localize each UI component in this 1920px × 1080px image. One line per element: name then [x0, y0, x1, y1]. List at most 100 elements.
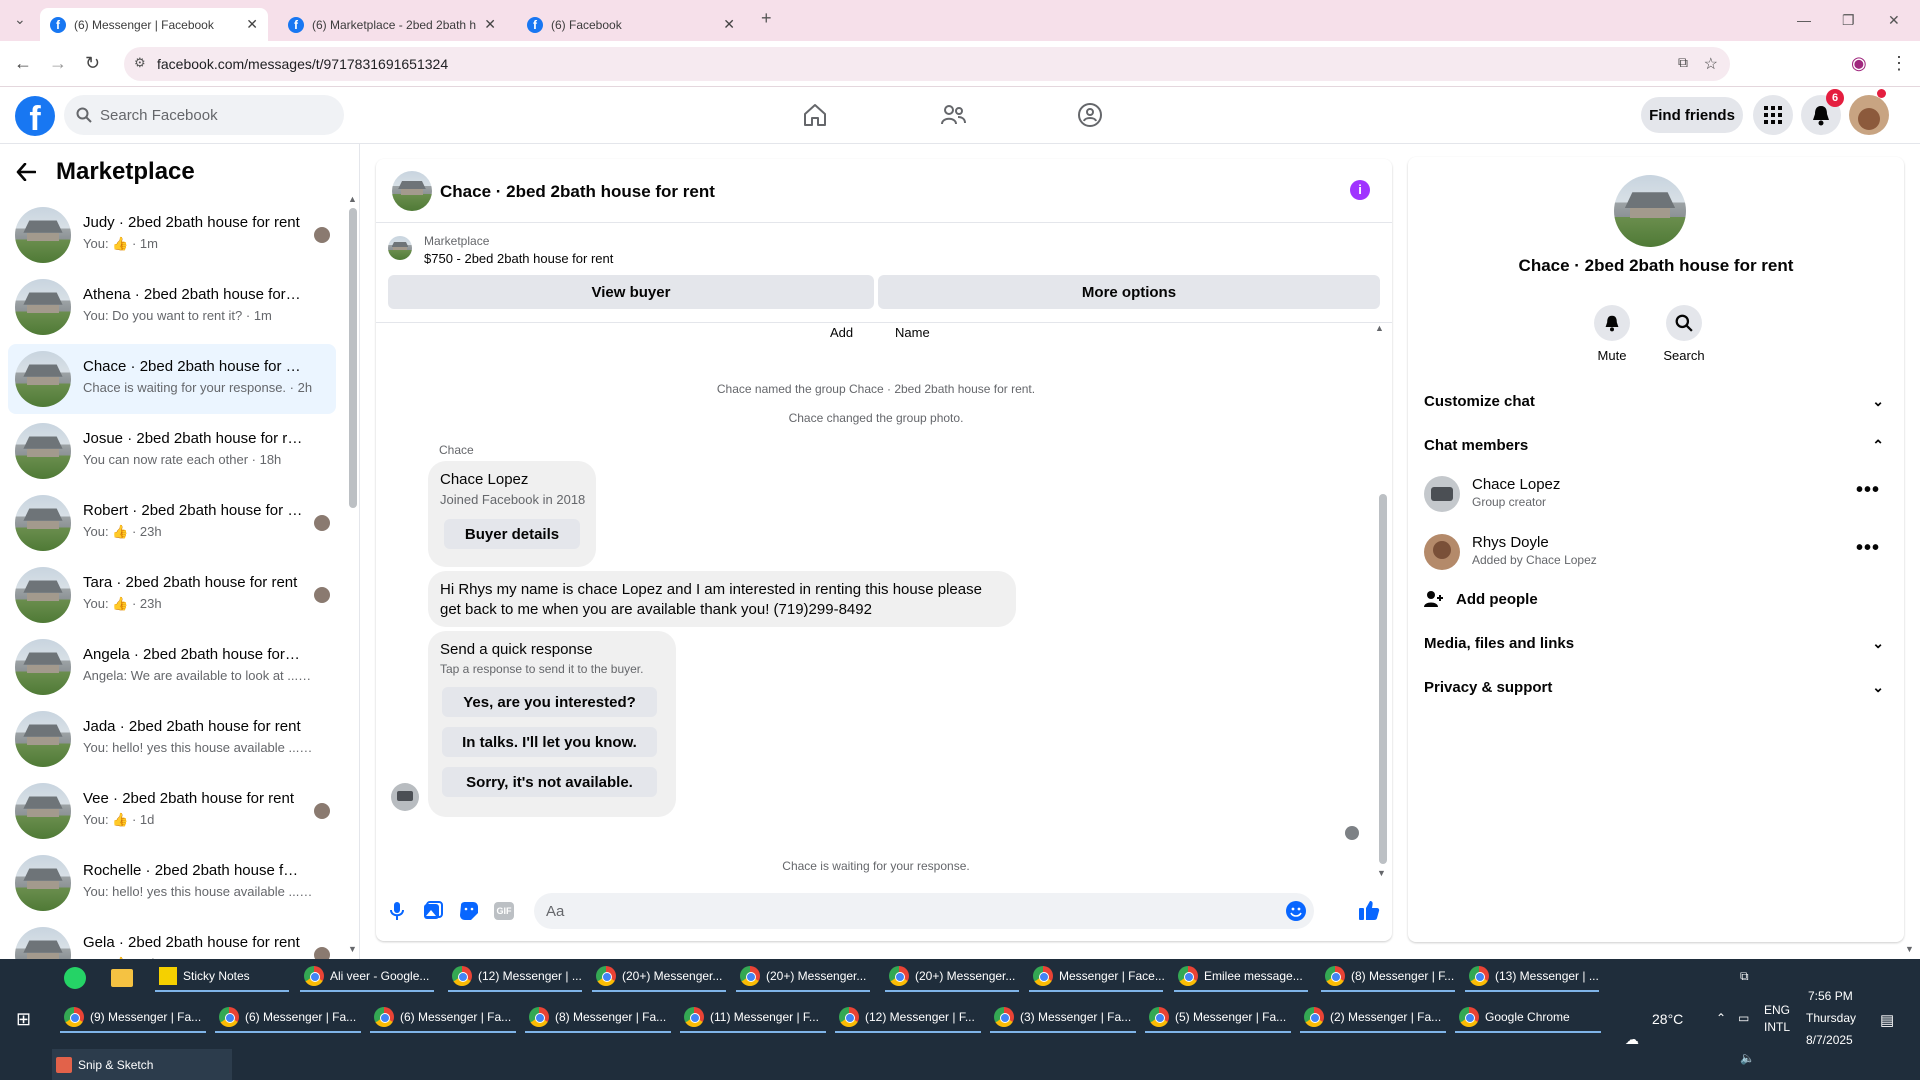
tray-chevron-icon[interactable]: ⌃ [1716, 1011, 1726, 1025]
file-explorer-icon[interactable] [111, 969, 133, 987]
gif-icon[interactable]: GIF [494, 902, 514, 920]
member-name[interactable]: Chace Lopez [1472, 476, 1560, 493]
reload-icon[interactable]: ↻ [85, 53, 100, 74]
taskbar-window-item[interactable]: Emilee message... [1174, 960, 1314, 992]
group-avatar[interactable] [1614, 175, 1686, 247]
member-options-icon[interactable]: ••• [1856, 479, 1880, 502]
taskbar-window-item[interactable]: (13) Messenger | ... [1465, 960, 1605, 992]
taskbar-window-item[interactable]: Messenger | Face... [1029, 960, 1169, 992]
page-scroll-down-icon[interactable]: ▼ [1905, 944, 1914, 954]
whatsapp-icon[interactable] [64, 967, 86, 989]
conversation-item[interactable]: Athena · 2bed 2bath house for rent You: D… [8, 272, 336, 342]
conversation-item[interactable]: Angela · 2bed 2bath house for rent Angela… [8, 632, 336, 702]
taskbar-window-item[interactable]: (6) Messenger | Fa... [215, 1001, 365, 1033]
minimize-button[interactable]: — [1797, 12, 1811, 28]
sender-avatar[interactable] [391, 783, 419, 811]
photo-icon[interactable] [423, 901, 443, 921]
member-name[interactable]: Rhys Doyle [1472, 534, 1549, 551]
sticker-icon[interactable] [459, 901, 479, 921]
notification-center-icon[interactable]: ▤ [1880, 1011, 1894, 1029]
chat-title[interactable]: Chace · 2bed 2bath house for rent [440, 182, 715, 202]
language-primary[interactable]: ENG [1764, 1003, 1790, 1017]
volume-icon[interactable]: 🔈 [1740, 1051, 1755, 1065]
search-action[interactable]: Search [1654, 305, 1714, 363]
member-avatar[interactable] [1424, 476, 1460, 512]
conversation-item[interactable]: Josue · 2bed 2bath house for rent You can… [8, 416, 336, 486]
quick-response-not-available[interactable]: Sorry, it's not available. [442, 767, 657, 797]
task-view-icon[interactable]: ⧉ [1740, 969, 1749, 984]
conversation-item[interactable]: Judy · 2bed 2bath house for rent You: 👍 ·… [8, 200, 336, 270]
clock-date[interactable]: 8/7/2025 [1806, 1033, 1853, 1047]
home-icon[interactable] [797, 97, 833, 133]
listing-thumbnail[interactable] [388, 236, 412, 260]
conversation-item[interactable]: Jada · 2bed 2bath house for rent You: hel… [8, 704, 336, 774]
back-arrow-icon[interactable] [16, 163, 36, 181]
microphone-icon[interactable] [390, 901, 404, 921]
taskbar-window-item[interactable]: (20+) Messenger... [736, 960, 876, 992]
profile-icon[interactable]: ◉ [1851, 53, 1867, 74]
taskbar-window-item[interactable]: (20+) Messenger... [885, 960, 1025, 992]
close-tab-icon[interactable]: ✕ [484, 16, 496, 33]
friends-icon[interactable] [935, 97, 971, 133]
back-icon[interactable]: ← [14, 53, 32, 74]
message-scroll-down-icon[interactable]: ▼ [1377, 868, 1386, 877]
taskbar-window-item[interactable]: (12) Messenger | F... [835, 1001, 985, 1033]
browser-tab[interactable]: f (6) Marketplace - 2bed 2bath h ✕ [278, 8, 506, 41]
menu-grid-icon[interactable] [1753, 95, 1793, 135]
close-tab-icon[interactable]: ✕ [723, 16, 735, 33]
scroll-up-icon[interactable]: ▲ [348, 194, 357, 204]
taskbar-item-snip-sketch[interactable]: Snip & Sketch [52, 1049, 232, 1080]
taskbar-window-item[interactable]: Sticky Notes [155, 960, 295, 992]
taskbar-window-item[interactable]: (8) Messenger | Fa... [525, 1001, 675, 1033]
browser-tab[interactable]: f (6) Facebook ✕ [517, 8, 745, 41]
taskbar-window-item[interactable]: Ali veer - Google... [300, 960, 440, 992]
taskbar-window-item[interactable]: Google Chrome [1455, 1001, 1605, 1033]
close-window-button[interactable]: ✕ [1888, 12, 1900, 29]
omnibox[interactable]: ⚙ facebook.com/messages/t/97178316916513… [124, 47, 1730, 81]
conversation-item[interactable]: Vee · 2bed 2bath house for rent You: 👍 · … [8, 776, 336, 846]
weather-icon[interactable]: ☁ [1625, 1031, 1639, 1048]
restore-button[interactable]: ❐ [1842, 12, 1855, 29]
quick-response-in-talks[interactable]: In talks. I'll let you know. [442, 727, 657, 757]
search-input[interactable]: Search Facebook [64, 95, 344, 135]
info-icon[interactable]: i [1350, 180, 1370, 200]
taskbar-window-item[interactable]: (12) Messenger | ... [448, 960, 588, 992]
taskbar-window-item[interactable]: (20+) Messenger... [592, 960, 732, 992]
close-tab-icon[interactable]: ✕ [246, 16, 258, 33]
bookmark-star-icon[interactable]: ☆ [1704, 54, 1718, 74]
privacy-section[interactable]: Privacy & support ⌄ [1424, 669, 1888, 705]
message-scrollbar[interactable] [1379, 494, 1387, 864]
taskbar-window-item[interactable]: (3) Messenger | Fa... [990, 1001, 1140, 1033]
conversation-item[interactable]: Robert · 2bed 2bath house for rent You: 👍… [8, 488, 336, 558]
browser-menu-icon[interactable]: ⋮ [1890, 53, 1908, 74]
taskbar-window-item[interactable]: (8) Messenger | F... [1321, 960, 1461, 992]
taskbar-window-item[interactable]: (2) Messenger | Fa... [1300, 1001, 1450, 1033]
clock-time[interactable]: 7:56 PM [1808, 989, 1853, 1003]
chat-members-section[interactable]: Chat members ⌃ [1424, 427, 1888, 463]
media-section[interactable]: Media, files and links ⌄ [1424, 625, 1888, 661]
customize-chat-section[interactable]: Customize chat ⌄ [1424, 383, 1888, 419]
weather-temp[interactable]: 28°C [1652, 1011, 1683, 1027]
conversation-item[interactable]: Tara · 2bed 2bath house for rent You: 👍 ·… [8, 560, 336, 630]
member-row[interactable]: Chace Lopez Group creator ••• [1424, 471, 1888, 519]
scroll-down-icon[interactable]: ▼ [348, 944, 357, 954]
conversation-item[interactable]: Chace · 2bed 2bath house for rent Chace i… [8, 344, 336, 414]
taskbar-window-item[interactable]: (5) Messenger | Fa... [1145, 1001, 1295, 1033]
add-people-row[interactable]: Add people [1424, 581, 1888, 617]
more-options-button[interactable]: More options [878, 275, 1380, 309]
member-avatar[interactable] [1424, 534, 1460, 570]
taskbar-window-item[interactable]: (11) Messenger | F... [680, 1001, 830, 1033]
browser-tab[interactable]: f (6) Messenger | Facebook ✕ [40, 8, 268, 41]
language-secondary[interactable]: INTL [1764, 1020, 1790, 1034]
like-thumb-icon[interactable] [1358, 899, 1380, 921]
quick-response-yes[interactable]: Yes, are you interested? [442, 687, 657, 717]
conversation-item[interactable]: Rochelle · 2bed 2bath house for rent You:… [8, 848, 336, 918]
taskbar-window-item[interactable]: (9) Messenger | Fa... [60, 1001, 210, 1033]
member-options-icon[interactable]: ••• [1856, 537, 1880, 560]
sidebar-scrollbar[interactable] [349, 208, 357, 508]
facebook-logo-icon[interactable]: f [15, 96, 55, 138]
name-label[interactable]: Name [895, 325, 930, 340]
search-conversation-icon[interactable] [1666, 305, 1702, 341]
mute-bell-icon[interactable] [1594, 305, 1630, 341]
groups-icon[interactable] [1072, 97, 1108, 133]
